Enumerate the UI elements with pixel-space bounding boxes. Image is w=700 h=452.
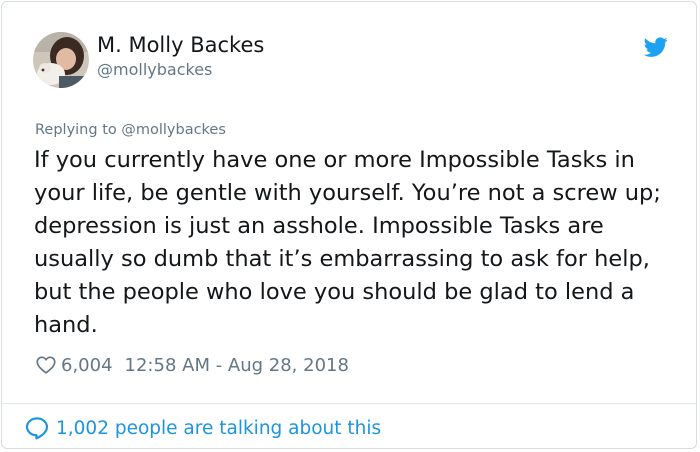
conversation-footer[interactable]: 1,002 people are talking about this xyxy=(24,414,381,442)
tweet-meta: 6,004 12:58 AM - Aug 28, 2018 xyxy=(35,352,349,378)
like-count[interactable]: 6,004 xyxy=(61,355,113,376)
timestamp[interactable]: 12:58 AM - Aug 28, 2018 xyxy=(125,355,349,376)
handle[interactable]: @mollybackes xyxy=(97,60,212,79)
tweet-card: M. Molly Backes @mollybackes Replying to… xyxy=(1,1,697,449)
talking-about-link[interactable]: 1,002 people are talking about this xyxy=(56,418,381,439)
heart-icon[interactable] xyxy=(35,354,57,376)
speech-bubble-icon xyxy=(25,417,49,440)
tweet-text: If you currently have one or more Imposs… xyxy=(34,147,661,338)
divider xyxy=(2,403,696,404)
twitter-bird-icon[interactable] xyxy=(643,35,669,59)
avatar[interactable] xyxy=(33,32,89,88)
replying-to-label[interactable]: Replying to @mollybackes xyxy=(35,122,226,138)
display-name[interactable]: M. Molly Backes xyxy=(97,33,264,57)
